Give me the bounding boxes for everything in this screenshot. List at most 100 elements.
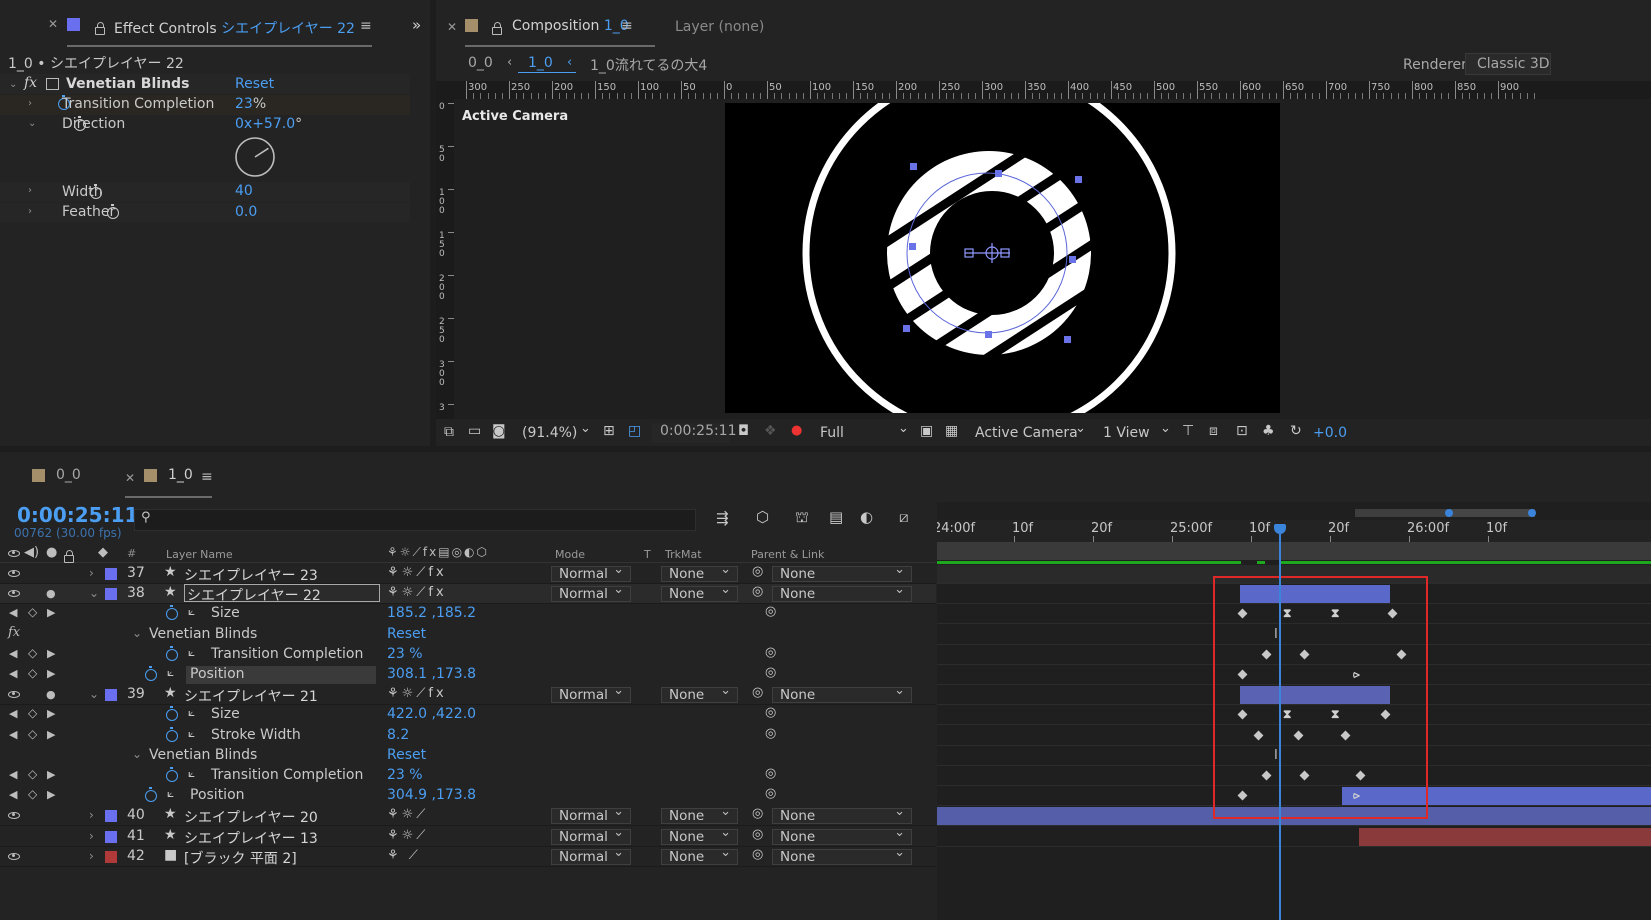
panel-menu-icon[interactable]: ≡ [621, 18, 633, 34]
col-mode[interactable]: Mode [555, 548, 585, 561]
layer-switches[interactable]: ⚘☼⟋fx [387, 565, 447, 580]
angle-dial[interactable] [234, 136, 276, 178]
property-row[interactable]: ◀ ◇ ▶ ⟀ Transition Completion 23 % ◎ [0, 644, 936, 665]
comp-viewer[interactable]: Active Camera [454, 99, 1569, 419]
graph-icon[interactable]: ⟀ [167, 665, 174, 680]
stopwatch-icon[interactable] [166, 767, 178, 782]
parent-dropdown[interactable]: None [772, 583, 912, 603]
parent-dropdown[interactable]: None [772, 805, 912, 825]
mode-dropdown[interactable]: Normal [551, 583, 631, 603]
label-color-swatch[interactable] [105, 810, 117, 823]
panel-menu-icon[interactable]: ≡ [360, 18, 372, 34]
lock-icon[interactable] [64, 550, 74, 563]
next-keyframe-icon[interactable]: ▶ [47, 647, 55, 660]
lock-icon[interactable] [95, 22, 105, 35]
reset-link[interactable]: Reset [235, 76, 274, 92]
expand-icon[interactable]: ⌄ [89, 586, 99, 600]
tab-comp[interactable]: 1_0 [168, 467, 193, 483]
expression-pickwhip-icon[interactable]: ◎ [765, 665, 776, 680]
expand-icon[interactable]: › [28, 185, 32, 196]
next-keyframe-icon[interactable]: ▶ [47, 788, 55, 801]
exposure-value[interactable]: +0.0 [1313, 425, 1347, 441]
fast-preview-icon[interactable]: ▣ [920, 423, 933, 439]
playhead[interactable] [1274, 524, 1286, 920]
layer-duration-bar[interactable] [1359, 827, 1651, 846]
stopwatch-icon[interactable] [166, 605, 178, 621]
layer-tab[interactable]: Layer (none) [675, 19, 764, 35]
fx-icon[interactable]: fx [24, 75, 37, 91]
eye-icon[interactable] [8, 691, 20, 699]
layer-row[interactable]: › 40 ★ シエイプレイヤー 20 ⚘☼⟋ Normal None ◎ None [0, 805, 936, 827]
mask-visibility-icon[interactable]: ◙ [492, 423, 506, 439]
add-keyframe-icon[interactable]: ◇ [28, 787, 37, 801]
add-keyframe-icon[interactable]: ◇ [28, 646, 37, 660]
expression-pickwhip-icon[interactable]: ◎ [765, 705, 776, 720]
solo-dot-icon[interactable]: ● [46, 587, 56, 600]
prev-keyframe-icon[interactable]: ◀ [9, 728, 17, 741]
audio-icon[interactable]: ◀) [24, 545, 39, 560]
layer-switches[interactable]: ⚘☼⟋fx [387, 686, 447, 701]
mode-dropdown[interactable]: Normal [551, 826, 631, 845]
prev-keyframe-icon[interactable]: ◀ [9, 606, 17, 619]
search-input[interactable]: ⚲ [134, 509, 696, 531]
prop-value[interactable]: 23% [235, 96, 266, 112]
prop-value[interactable]: 0.0 [235, 204, 257, 220]
property-value[interactable]: 23 % [387, 646, 423, 662]
close-tab-icon[interactable]: ✕ [447, 20, 457, 34]
parent-dropdown[interactable]: None [772, 846, 912, 865]
monitor-icon[interactable]: ▭ [468, 423, 481, 439]
draft-3d-icon[interactable]: ⬡ [756, 508, 769, 526]
reset-exposure-icon[interactable]: ⧈ [1209, 423, 1218, 439]
property-value[interactable]: 8.2 [387, 727, 409, 743]
trkmat-dropdown[interactable]: None [661, 846, 738, 865]
chevron-down-icon[interactable]: ⌄ [1075, 421, 1086, 436]
timecode-display[interactable]: 0:00:25:11 [652, 423, 737, 443]
layer-name[interactable]: シエイプレイヤー 13 [184, 828, 318, 848]
resolution-select[interactable]: Full [820, 425, 844, 441]
time-graph[interactable]: 24:00f 10f 20f 25:00f 10f 20f 26:00f 10f ⧗ ⧗ ⪧ ⧗ ⧗ ⪧… [937, 502, 1651, 920]
eye-icon[interactable] [8, 570, 20, 577]
eye-icon[interactable] [8, 852, 20, 860]
layer-row[interactable]: › 42 ■ [ブラック 平面 2] ⚘ ⟋ Normal None ◎ None [0, 846, 936, 867]
property-value[interactable]: 304.9 ,173.8 [387, 787, 476, 803]
label-color-swatch[interactable] [105, 689, 117, 702]
property-value[interactable]: Reset [387, 626, 426, 642]
col-parent[interactable]: Parent & Link [751, 548, 824, 561]
property-value[interactable]: 308.1 ,173.8 [387, 666, 476, 682]
expand-icon[interactable]: ⌄ [132, 626, 142, 640]
graph-editor-icon[interactable]: ⧄ [899, 508, 909, 526]
close-tab-icon[interactable]: ✕ [125, 471, 135, 485]
graph-icon[interactable]: ⟀ [188, 726, 195, 741]
add-keyframe-icon[interactable]: ◇ [28, 727, 37, 741]
pickwhip-icon[interactable]: ◎ [752, 827, 763, 842]
property-row[interactable]: ◀ ◇ ▶ ⟀ Size 185.2 ,185.2 ◎ [0, 604, 936, 625]
prev-keyframe-icon[interactable]: ◀ [9, 768, 17, 781]
expression-pickwhip-icon[interactable]: ◎ [765, 786, 776, 801]
stopwatch-icon[interactable] [145, 666, 157, 681]
camera-snapshot-icon[interactable]: ◘ [738, 423, 749, 439]
chevron-down-icon[interactable]: ⌄ [1160, 421, 1171, 436]
pickwhip-icon[interactable]: ◎ [752, 685, 763, 700]
label-color-swatch[interactable] [105, 850, 117, 863]
add-keyframe-icon[interactable]: ◇ [28, 605, 37, 619]
region-of-interest-icon[interactable]: ◰ [628, 423, 641, 439]
property-value[interactable]: 185.2 ,185.2 [387, 605, 476, 621]
pickwhip-icon[interactable]: ◎ [752, 847, 763, 862]
breadcrumb-item[interactable]: 1_0 [528, 55, 553, 71]
view-select[interactable]: Active Camera [975, 425, 1078, 441]
add-keyframe-icon[interactable]: ◇ [28, 666, 37, 680]
layer-row[interactable]: ● ⌄ 39 ★ シエイプレイヤー 21 ⚘☼⟋fx Normal None ◎ None [0, 684, 936, 706]
expression-pickwhip-icon[interactable]: ◎ [765, 604, 776, 619]
chevron-down-icon[interactable]: ⌄ [580, 421, 591, 436]
layer-switches[interactable]: ⚘☼⟋ [387, 807, 428, 822]
layer-name[interactable]: シエイプレイヤー 20 [184, 807, 318, 827]
stopwatch-icon[interactable] [145, 787, 157, 803]
property-value[interactable]: 422.0 ,422.0 [387, 706, 476, 722]
property-row[interactable]: ◀ ◇ ▶ ⟀ Stroke Width 8.2 ◎ [0, 725, 936, 746]
solo-dot-icon[interactable]: ● [46, 688, 56, 701]
add-keyframe-icon[interactable]: ◇ [28, 706, 37, 720]
rgb-channel-icon[interactable]: ● [791, 423, 802, 438]
stopwatch-icon[interactable] [166, 706, 178, 722]
panel-menu-icon[interactable]: ≡ [201, 469, 213, 485]
comp-mini-flowchart-icon[interactable]: ⇶ [716, 509, 729, 527]
